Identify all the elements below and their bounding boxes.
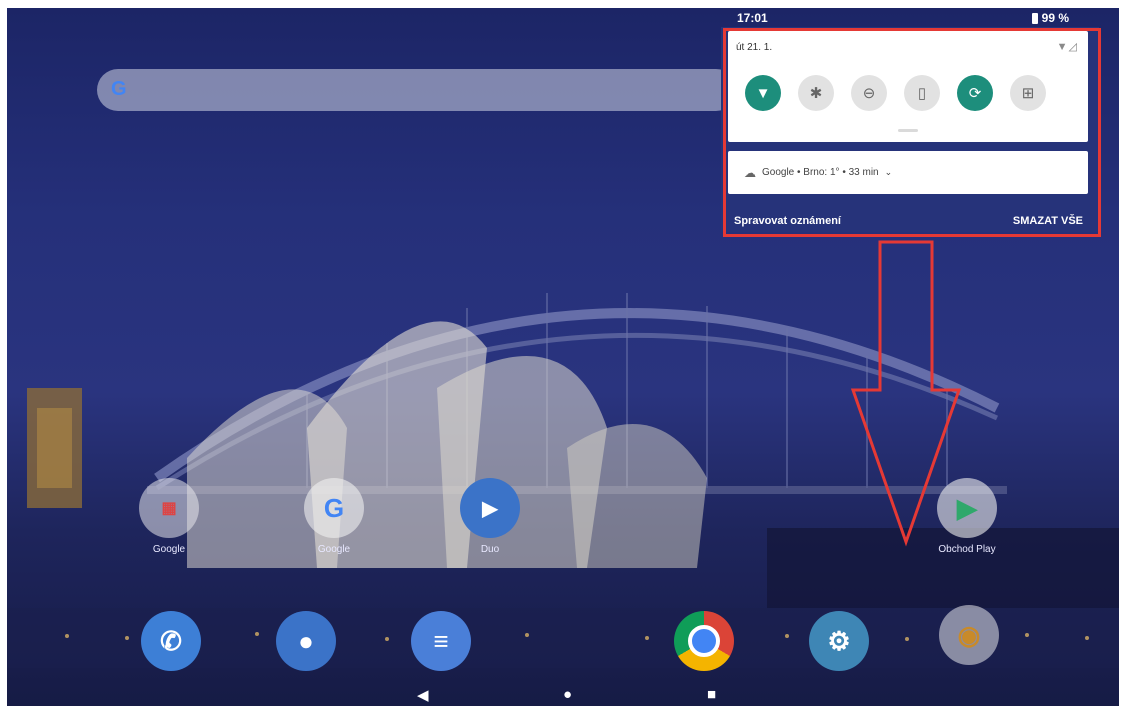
duo-icon: ▶ <box>460 478 520 538</box>
google-logo-icon: G <box>111 78 127 100</box>
dock-messages[interactable]: ≡ <box>396 611 486 671</box>
home-icon[interactable]: ● <box>563 686 572 703</box>
status-battery: 99 % <box>1031 11 1069 25</box>
dock-phone[interactable]: ✆ <box>126 611 216 671</box>
contacts-icon: ● <box>276 611 336 671</box>
app-google-folder[interactable]: ▦ Google <box>124 478 214 555</box>
recents-icon[interactable]: ■ <box>707 686 716 703</box>
app-google[interactable]: G Google <box>289 478 379 555</box>
battery-icon <box>1031 12 1038 24</box>
dock-camera[interactable]: ◉ <box>924 605 1014 665</box>
phone-icon: ✆ <box>141 611 201 671</box>
app-duo[interactable]: ▶ Duo <box>445 478 535 555</box>
messages-icon: ≡ <box>411 611 471 671</box>
app-label: Obchod Play <box>938 544 996 555</box>
dock-chrome[interactable] <box>659 611 749 671</box>
google-folder-icon: ▦ <box>139 478 199 538</box>
camera-icon: ◉ <box>939 605 999 665</box>
back-icon[interactable]: ◀ <box>417 686 429 704</box>
dock-settings[interactable]: ⚙ <box>794 611 884 671</box>
status-bar: 17:01 99 % <box>7 8 1119 28</box>
play-store-icon: ▶ <box>937 478 997 538</box>
navigation-bar: ◀ ● ■ <box>7 683 1119 706</box>
chrome-icon <box>674 611 734 671</box>
app-label: Google <box>152 544 186 555</box>
status-time: 17:01 <box>737 11 768 25</box>
dock-contacts[interactable]: ● <box>261 611 351 671</box>
battery-percent: 99 % <box>1041 11 1069 25</box>
google-search-bar[interactable]: G <box>97 69 737 111</box>
app-label: Google <box>317 544 351 555</box>
app-play-store[interactable]: ▶ Obchod Play <box>922 478 1012 555</box>
home-screen: 17:01 99 % G út 21. 1. ▼◿ ▼ ✱ ⊖ ▯ ⟳ ⊞ ☁ … <box>7 8 1119 706</box>
app-label: Duo <box>480 544 500 555</box>
google-app-icon: G <box>304 478 364 538</box>
settings-icon: ⚙ <box>809 611 869 671</box>
annotation-highlight-box <box>723 28 1101 237</box>
